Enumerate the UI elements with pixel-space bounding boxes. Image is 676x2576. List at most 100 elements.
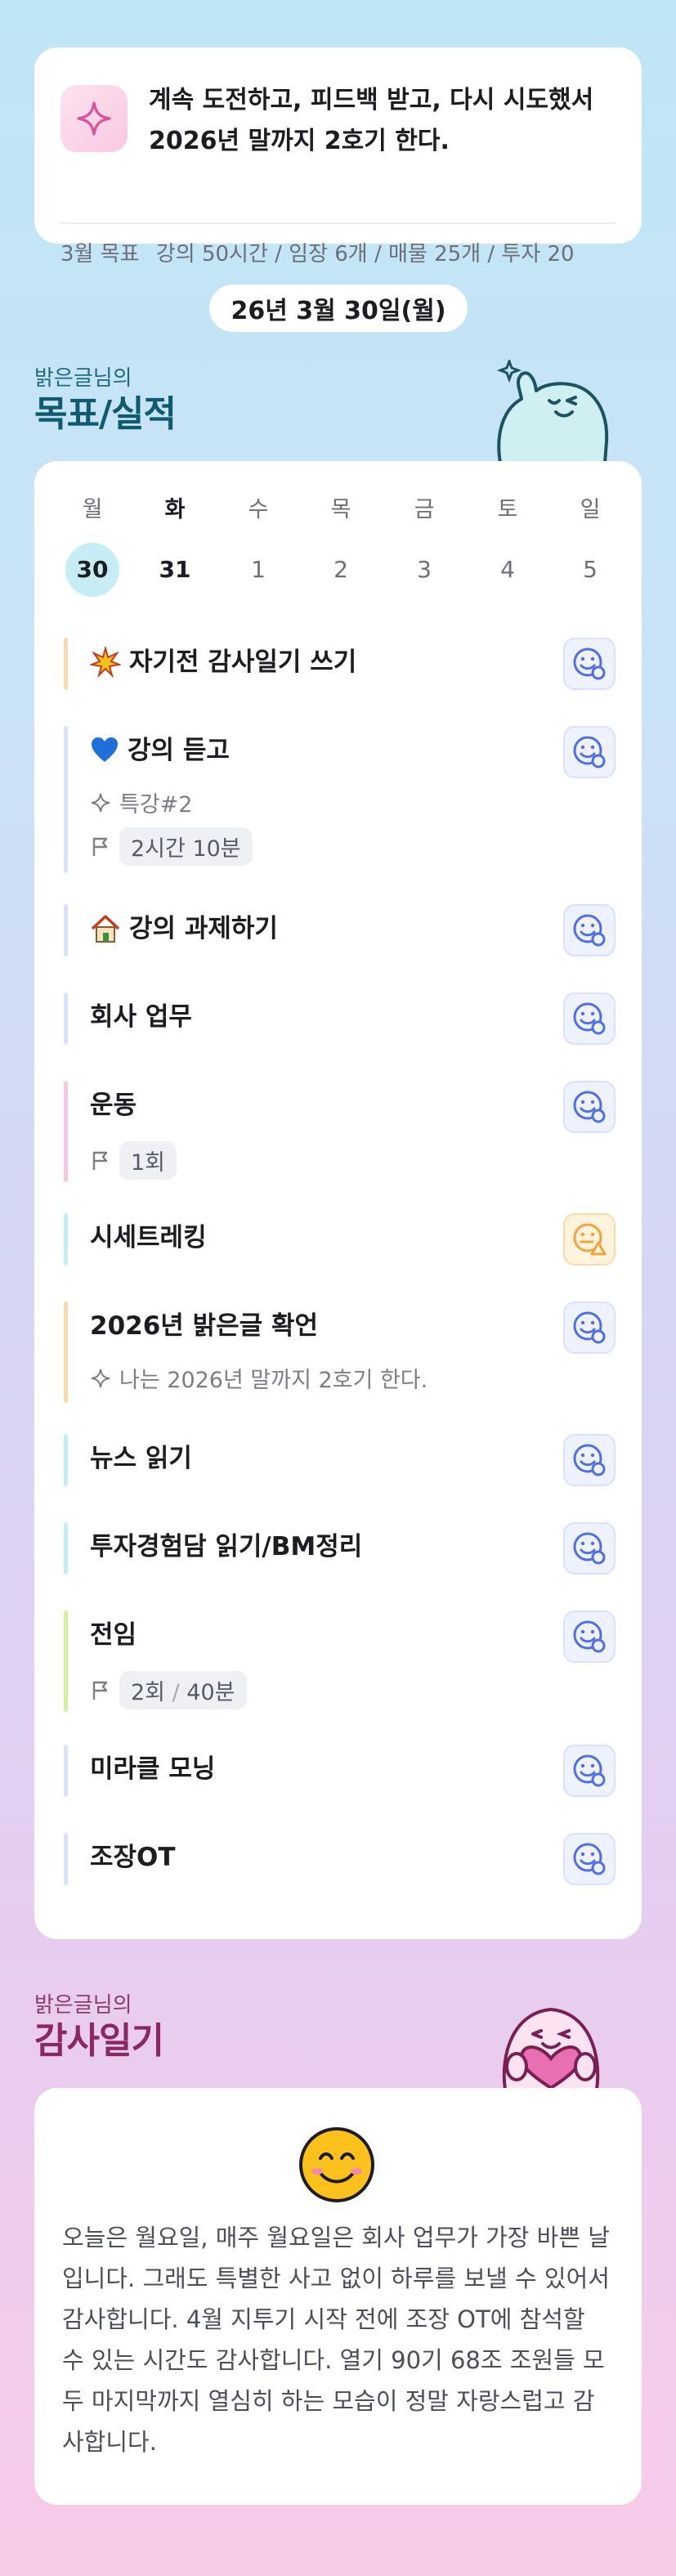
task-item[interactable]: 운동 1회 (64, 1081, 616, 1182)
status-button[interactable] (563, 1611, 616, 1663)
task-record: 2회 / 40분 (90, 1671, 247, 1709)
task-color-bar (64, 1434, 68, 1486)
day-wed[interactable]: 수 1 (231, 494, 285, 597)
record-chip: 2시간 10분 (119, 827, 253, 866)
task-color-bar (64, 726, 68, 873)
task-item[interactable]: 2026년 밝은글 확언 나는 2026년 말까지 2호기 한다. (64, 1301, 616, 1403)
day-date: 5 (583, 556, 598, 583)
status-button[interactable] (563, 1301, 616, 1354)
status-button[interactable] (563, 1833, 616, 1885)
day-date: 3 (417, 556, 432, 583)
status-button[interactable] (563, 726, 616, 778)
task-title: 투자경험담 읽기/BM정리 (90, 1532, 363, 1561)
task-item[interactable]: 투자경험담 읽기/BM정리 (64, 1522, 616, 1575)
task-title: 시세트레킹 (90, 1223, 207, 1252)
flag-icon (92, 837, 108, 856)
task-item[interactable]: 강의 과제하기 (64, 904, 616, 956)
smiley-status-icon (573, 1002, 606, 1035)
task-subtitle: 특강#2 (90, 786, 192, 818)
goal-card[interactable]: 계속 도전하고, 피드백 받고, 다시 시도했서 2026년 말까지 2호기 한… (34, 47, 642, 267)
task-title: 조장OT (90, 1843, 176, 1872)
task-item[interactable]: 시세트레킹 (64, 1213, 616, 1266)
task-subtitle: 나는 2026년 말까지 2호기 한다. (90, 1362, 428, 1394)
sparkle-burst-icon (90, 647, 121, 678)
day-thu[interactable]: 목 2 (314, 494, 368, 597)
task-item[interactable]: 강의 듣고 특강#2 2시간 10분 (64, 726, 616, 873)
task-color-bar (64, 992, 68, 1045)
task-record: 1회 (90, 1141, 177, 1180)
task-title: 전임 (90, 1620, 137, 1650)
task-title: 뉴스 읽기 (90, 1444, 192, 1473)
status-button[interactable] (563, 638, 616, 690)
task-title-text: 강의 과제하기 (129, 914, 278, 943)
day-tue[interactable]: 화 31 (148, 494, 202, 597)
day-name: 수 (248, 497, 269, 522)
task-title: 강의 듣고 (90, 726, 230, 775)
task-item[interactable]: 회사 업무 (64, 992, 616, 1045)
task-item[interactable]: 조장OT (64, 1833, 616, 1885)
task-subtitle-text: 나는 2026년 말까지 2호기 한다. (119, 1368, 428, 1393)
day-name: 일 (580, 497, 601, 522)
status-button[interactable] (563, 904, 616, 956)
record-count: 2회 (131, 1680, 166, 1705)
task-color-bar (64, 638, 68, 690)
date-selector[interactable]: 26년 3월 30일(월) (209, 284, 468, 332)
sparkle-icon (91, 793, 110, 812)
smiley-status-icon (573, 1620, 606, 1653)
monthly-goal-label: 3월 목표 (60, 242, 140, 267)
smiley-status-icon (573, 1311, 606, 1344)
day-sun[interactable]: 일 5 (563, 494, 617, 597)
goals-section-title: 목표/실적 (34, 393, 177, 435)
task-color-bar (64, 1213, 68, 1266)
goals-card: 월 30 화 31 수 1 목 2 금 3 토 4 일 5 자기전 감사일기 쓰… (34, 461, 642, 1939)
task-subtitle-text: 특강#2 (119, 792, 193, 818)
diary-entry-text: 오늘은 월요일, 매주 월요일은 회사 업무가 가장 바쁜 날입니다. 그래도 … (62, 2224, 610, 2456)
status-button[interactable] (563, 992, 616, 1045)
task-record: 2시간 10분 (90, 827, 253, 866)
status-button-warning[interactable] (563, 1213, 616, 1266)
status-button[interactable] (563, 1745, 616, 1797)
divider (60, 222, 616, 224)
task-color-bar (64, 1081, 68, 1182)
status-button[interactable] (563, 1434, 616, 1486)
smiley-status-icon (573, 1843, 606, 1875)
flag-icon (92, 1151, 108, 1170)
gratitude-diary-card[interactable]: 오늘은 월요일, 매주 월요일은 회사 업무가 가장 바쁜 날입니다. 그래도 … (34, 2088, 642, 2505)
diary-section-title: 감사일기 (34, 2020, 164, 2062)
task-item[interactable]: 자기전 감사일기 쓰기 (64, 638, 616, 690)
day-name: 월 (82, 497, 103, 522)
record-chip: 2회 / 40분 (119, 1671, 247, 1709)
smiley-status-icon (573, 647, 606, 680)
day-name: 화 (164, 497, 186, 522)
task-item[interactable]: 뉴스 읽기 (64, 1434, 616, 1486)
day-fri[interactable]: 금 3 (397, 494, 451, 597)
task-item[interactable]: 전임 2회 / 40분 (64, 1611, 616, 1712)
mascot-waving-icon (489, 357, 611, 466)
smiley-status-icon (573, 1532, 606, 1565)
mascot-heart-icon (489, 1985, 613, 2093)
task-title: 회사 업무 (90, 1002, 192, 1032)
day-name: 토 (497, 497, 518, 522)
day-sat[interactable]: 토 4 (481, 494, 535, 597)
record-duration: 40분 (186, 1680, 235, 1705)
day-date: 30 (65, 543, 119, 597)
task-color-bar (64, 1301, 68, 1403)
task-item[interactable]: 미라클 모닝 (64, 1745, 616, 1797)
monthly-goal: 3월 목표 강의 50시간 / 임장 6개 / 매물 25개 / 투자 20 (60, 237, 633, 267)
smiley-status-icon (573, 1754, 606, 1787)
day-mon[interactable]: 월 30 (65, 494, 119, 597)
day-date: 2 (334, 556, 348, 583)
task-title: 강의 과제하기 (90, 904, 278, 953)
task-title: 미라클 모닝 (90, 1754, 216, 1784)
status-button[interactable] (563, 1522, 616, 1575)
record-separator: / (165, 1680, 187, 1705)
smiley-status-icon (573, 1444, 606, 1476)
task-color-bar (64, 1745, 68, 1797)
smiley-status-icon (573, 736, 606, 768)
task-title: 2026년 밝은글 확언 (90, 1311, 318, 1341)
flag-icon (92, 1681, 108, 1700)
smiley-status-icon (573, 1091, 606, 1123)
task-color-bar (64, 1611, 68, 1712)
status-button[interactable] (563, 1081, 616, 1133)
week-strip: 월 30 화 31 수 1 목 2 금 3 토 4 일 5 (65, 494, 611, 597)
